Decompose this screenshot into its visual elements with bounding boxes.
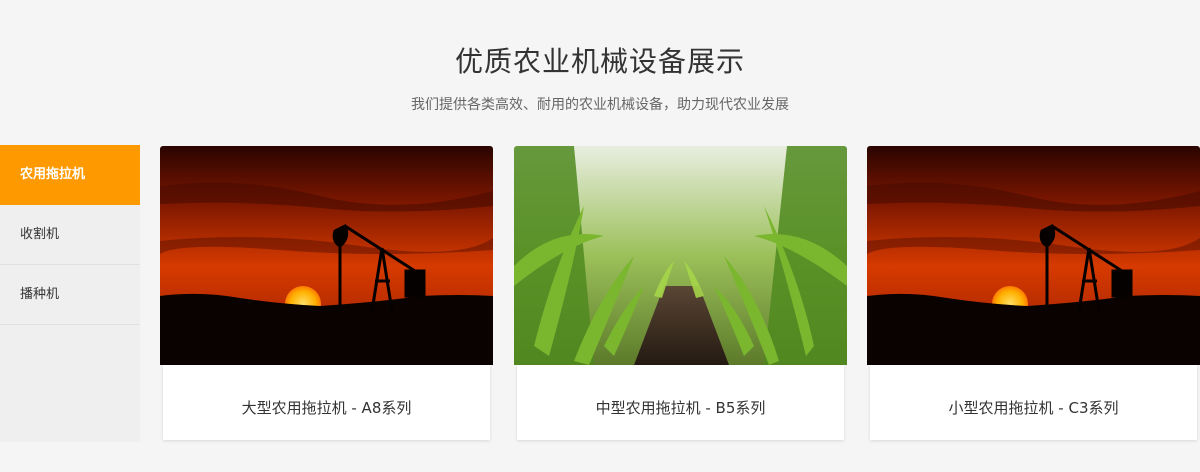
product-name: 大型农用拖拉机 - A8系列 xyxy=(163,365,490,440)
sunset-oil-pump-image xyxy=(160,146,493,365)
sidebar-item-seeder[interactable]: 播种机 xyxy=(0,265,140,325)
sidebar-item-harvester[interactable]: 收割机 xyxy=(0,205,140,265)
sunset-oil-pump-image xyxy=(867,146,1200,365)
product-name: 中型农用拖拉机 - B5系列 xyxy=(517,365,844,440)
product-card[interactable]: 中型农用拖拉机 - B5系列 xyxy=(514,146,847,440)
product-card[interactable]: 大型农用拖拉机 - A8系列 xyxy=(160,146,493,440)
sidebar-item-tractor[interactable]: 农用拖拉机 xyxy=(0,145,140,205)
product-card[interactable]: 小型农用拖拉机 - C3系列 xyxy=(867,146,1200,440)
corn-field-image xyxy=(514,146,847,365)
page-subtitle: 我们提供各类高效、耐用的农业机械设备，助力现代农业发展 xyxy=(411,97,789,113)
product-name: 小型农用拖拉机 - C3系列 xyxy=(870,365,1197,440)
category-sidebar: 农用拖拉机 收割机 播种机 xyxy=(0,145,140,442)
page-title: 优质农业机械设备展示 xyxy=(454,45,745,78)
